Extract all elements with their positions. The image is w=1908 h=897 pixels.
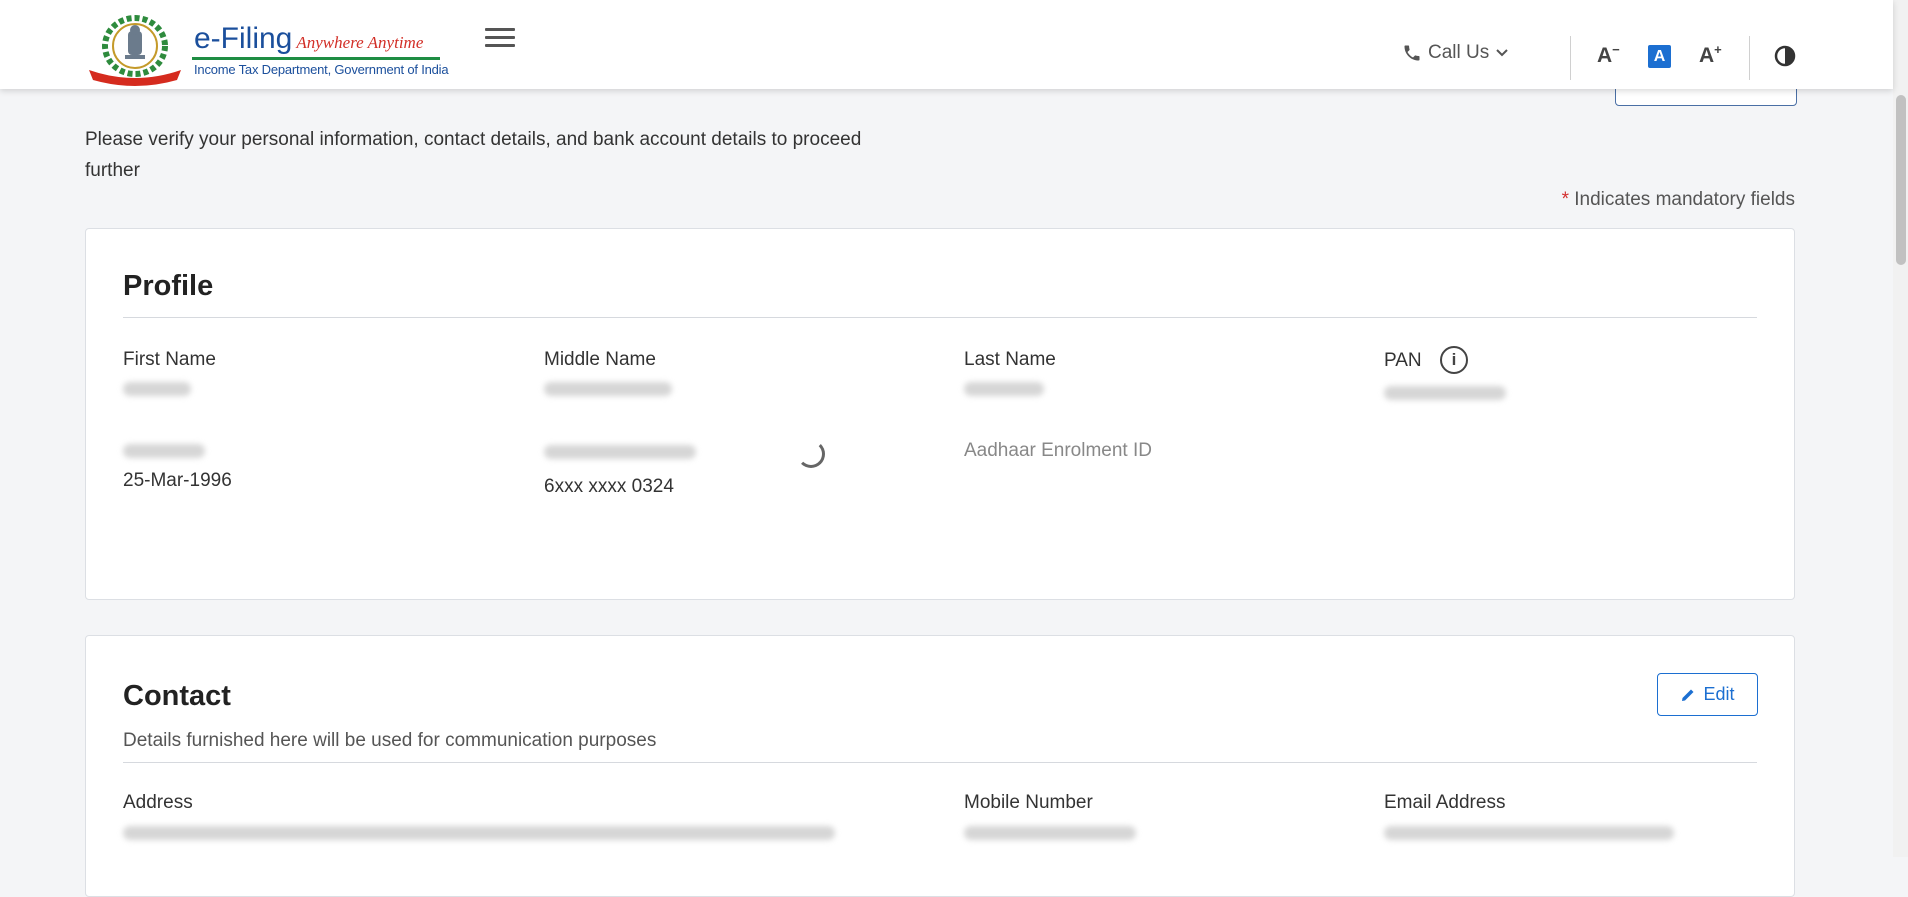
contact-title: Contact bbox=[123, 680, 231, 712]
call-us-label: Call Us bbox=[1428, 42, 1490, 63]
phone-icon bbox=[1404, 45, 1420, 61]
font-decrease-button[interactable]: A− bbox=[1597, 42, 1620, 68]
profile-divider bbox=[123, 317, 1757, 318]
scrollbar-thumb[interactable] bbox=[1896, 95, 1906, 265]
hamburger-menu-icon[interactable] bbox=[485, 28, 515, 50]
contrast-icon[interactable] bbox=[1774, 45, 1796, 67]
header-divider bbox=[1570, 36, 1571, 80]
edit-button[interactable]: Edit bbox=[1657, 673, 1758, 716]
call-us-dropdown[interactable]: Call Us bbox=[1402, 42, 1509, 64]
font-normal-button[interactable]: A bbox=[1648, 45, 1671, 68]
mobile-number-label: Mobile Number bbox=[964, 792, 1093, 813]
brand-tagline: Anywhere Anytime bbox=[296, 33, 424, 52]
dob-value: 25-Mar-1996 bbox=[123, 470, 232, 491]
middle-name-value-redacted bbox=[544, 382, 672, 396]
email-address-label: Email Address bbox=[1384, 792, 1506, 813]
aadhaar-label-redacted bbox=[544, 445, 696, 459]
mandatory-note-text: Indicates mandatory fields bbox=[1574, 189, 1795, 210]
address-label: Address bbox=[123, 792, 193, 813]
profile-card: Profile First Name Middle Name Last Name… bbox=[85, 228, 1795, 600]
brand-name: e-Filing bbox=[194, 22, 293, 55]
top-header: e-Filing Anywhere Anytime Income Tax Depa… bbox=[0, 0, 1893, 89]
edit-label: Edit bbox=[1703, 684, 1735, 704]
loading-spinner-icon bbox=[797, 440, 825, 468]
mandatory-star: * bbox=[1561, 189, 1569, 210]
chevron-down-icon bbox=[1496, 49, 1508, 57]
national-emblem-icon[interactable] bbox=[85, 14, 185, 86]
font-increase-label: A bbox=[1699, 44, 1715, 67]
last-name-value-redacted bbox=[964, 382, 1044, 396]
font-decrease-label: A bbox=[1597, 44, 1613, 67]
intro-text: Please verify your personal information,… bbox=[85, 129, 862, 181]
mandatory-note: * Indicates mandatory fields bbox=[1562, 189, 1795, 211]
pan-value-redacted bbox=[1384, 386, 1506, 400]
profile-title: Profile bbox=[123, 270, 214, 302]
dob-label-redacted bbox=[123, 444, 205, 458]
middle-name-label: Middle Name bbox=[544, 349, 656, 370]
brand-subtitle: Income Tax Department, Government of Ind… bbox=[194, 62, 449, 77]
address-value-redacted bbox=[123, 826, 835, 840]
brand-title: e-Filing Anywhere Anytime bbox=[194, 22, 423, 56]
aadhaar-value: 6xxx xxxx 0324 bbox=[544, 476, 674, 497]
info-icon[interactable]: i bbox=[1440, 346, 1468, 374]
font-increase-button[interactable]: A+ bbox=[1699, 42, 1722, 68]
aadhaar-enrolment-label: Aadhaar Enrolment ID bbox=[964, 440, 1152, 461]
header-divider bbox=[1749, 36, 1750, 80]
contact-divider bbox=[123, 762, 1757, 763]
contact-card: Contact Edit Details furnished here will… bbox=[85, 635, 1795, 897]
mobile-number-value-redacted bbox=[964, 826, 1136, 840]
pencil-icon bbox=[1682, 689, 1694, 701]
first-name-value-redacted bbox=[123, 382, 191, 396]
email-address-value-redacted bbox=[1384, 826, 1674, 840]
first-name-label: First Name bbox=[123, 349, 216, 370]
last-name-label: Last Name bbox=[964, 349, 1056, 370]
pan-label: PAN bbox=[1384, 350, 1422, 371]
contact-subtitle: Details furnished here will be used for … bbox=[123, 730, 657, 751]
brand-underline bbox=[192, 57, 440, 60]
